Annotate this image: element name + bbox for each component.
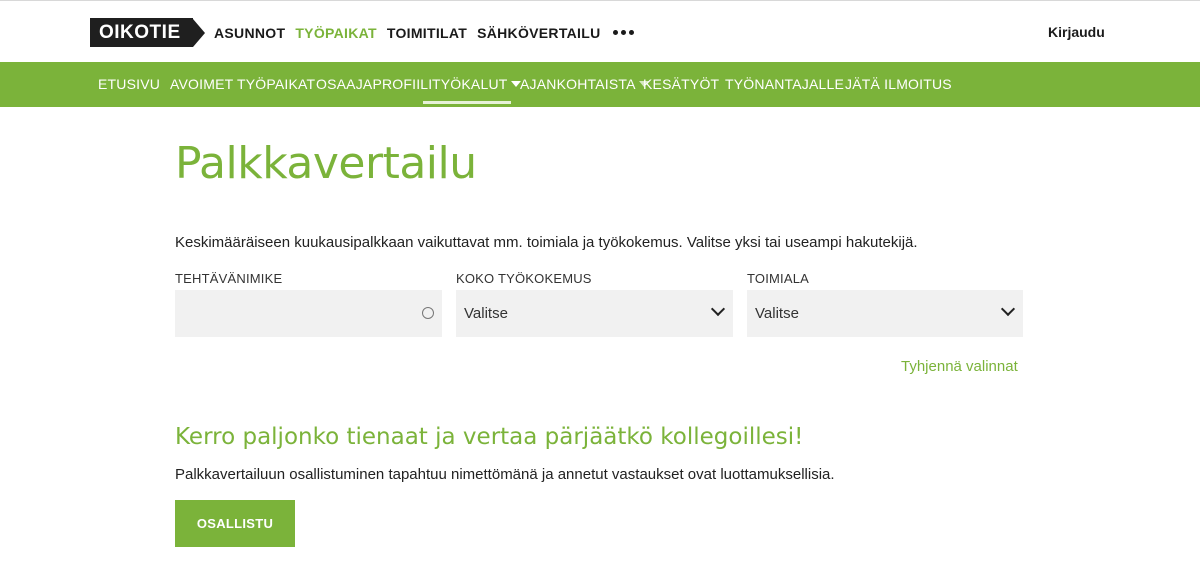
chevron-down-icon (710, 301, 726, 317)
subnav-avoimet-tyopaikat[interactable]: AVOIMET TYÖPAIKAT (170, 62, 315, 107)
survey-text: Palkkavertailuun osallistuminen tapahtuu… (175, 466, 835, 483)
job-title-input[interactable] (175, 290, 442, 337)
industry-value: Valitse (755, 305, 799, 322)
subnav-ajankohtaista[interactable]: AJANKOHTAISTA (520, 62, 649, 107)
subnav-ajankohtaista-label: AJANKOHTAISTA (520, 76, 636, 92)
experience-select[interactable]: Valitse (456, 290, 733, 337)
subnav-tyonantajalle[interactable]: TYÖNANTAJALLE (725, 62, 844, 107)
industry-label: TOIMIALA (747, 271, 810, 286)
industry-select[interactable]: Valitse (747, 290, 1023, 337)
intro-text: Keskimääräiseen kuukausipalkkaan vaikutt… (175, 234, 918, 251)
clear-selections-link[interactable]: Tyhjennä valinnat (901, 358, 1018, 375)
section-nav: ETUSIVU AVOIMET TYÖPAIKAT OSAAJAPROFIILI… (0, 62, 1200, 107)
survey-heading: Kerro paljonko tienaat ja vertaa pärjäät… (175, 424, 804, 450)
job-title-label: TEHTÄVÄNIMIKE (175, 271, 283, 286)
more-dots-icon[interactable] (612, 30, 634, 35)
logo-arrow-icon (192, 18, 205, 47)
subnav-kesatyot[interactable]: KESÄTYÖT (643, 62, 719, 107)
top-bar: OIKOTIE ASUNNOT TYÖPAIKAT TOIMITILAT SÄH… (0, 1, 1200, 62)
top-nav-asunnot[interactable]: ASUNNOT (214, 25, 285, 41)
participate-button[interactable]: OSALLISTU (175, 500, 295, 547)
chevron-down-icon (1000, 301, 1016, 317)
top-nav: ASUNNOT TYÖPAIKAT TOIMITILAT SÄHKÖVERTAI… (214, 18, 634, 47)
subnav-jata-ilmoitus[interactable]: JÄTÄ ILMOITUS (845, 62, 952, 107)
logo-text: OIKOTIE (90, 18, 193, 47)
subnav-etusivu[interactable]: ETUSIVU (98, 62, 160, 107)
top-nav-tyopaikat[interactable]: TYÖPAIKAT (295, 25, 377, 41)
experience-value: Valitse (464, 305, 508, 322)
oikotie-logo[interactable]: OIKOTIE (90, 18, 205, 47)
top-nav-sahkovertailu[interactable]: SÄHKÖVERTAILU (477, 25, 600, 41)
experience-label: KOKO TYÖKOKEMUS (456, 271, 592, 286)
subnav-osaajaprofiili[interactable]: OSAAJAPROFIILI (316, 62, 432, 107)
loading-spinner-icon (422, 307, 434, 319)
top-nav-toimitilat[interactable]: TOIMITILAT (387, 25, 467, 41)
active-tab-underline (423, 101, 511, 104)
login-link[interactable]: Kirjaudu (1048, 24, 1105, 40)
subnav-tyokalut-label: TYÖKALUT (432, 76, 508, 92)
page-title: Palkkavertailu (175, 138, 477, 189)
